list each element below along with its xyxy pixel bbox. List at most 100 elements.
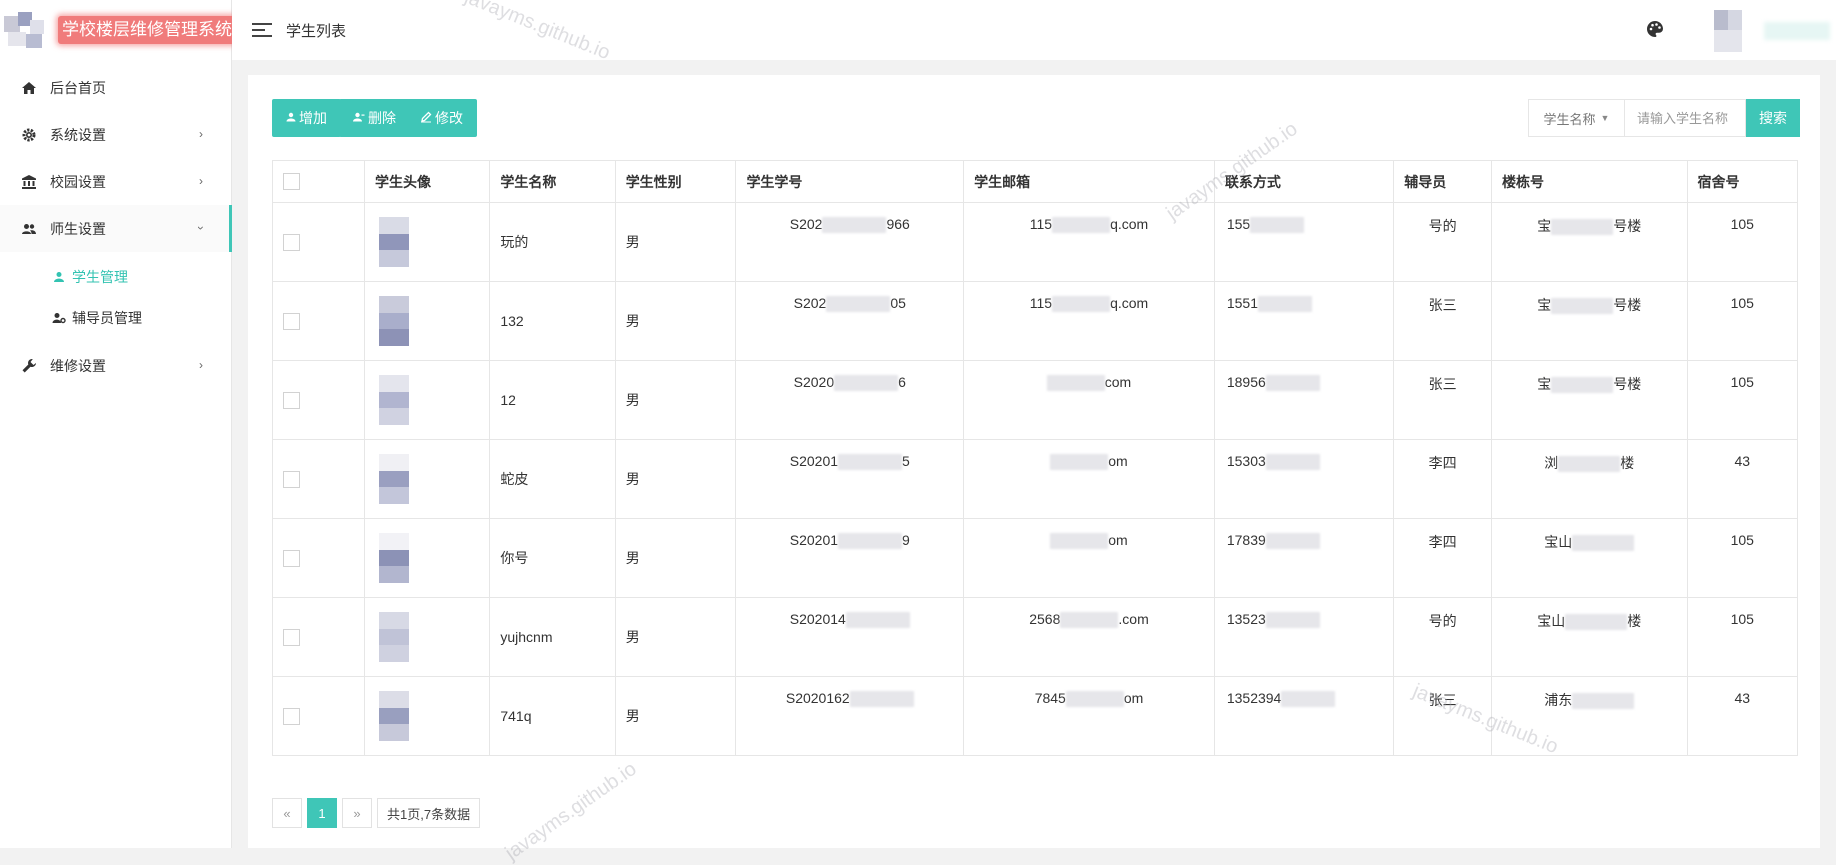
student-email-cell: com [963,360,1215,440]
student-gender-cell: 男 [614,360,737,440]
room-number: 105 [1730,374,1754,390]
student-phone-cell: 155 [1213,202,1395,282]
avatar-cell [363,676,491,756]
redacted-text [1046,375,1105,392]
student-email-cell: om [963,518,1215,598]
search-input[interactable] [1624,99,1746,137]
table-row[interactable]: 你号 男 S20201 9 om 17839 李四 宝山 105 [272,518,1798,598]
sidebar-subitem-counselor-management[interactable]: 辅导员管理 [0,297,231,338]
building-suffix: 楼 [1627,613,1642,629]
table-row[interactable]: yujhcnm 男 S202014 2568 .com 13523 号的 宝山 楼 105 [272,597,1798,677]
row-checkbox[interactable] [283,312,300,330]
building-cell: 宝山 楼 [1491,597,1688,677]
building-suffix: 楼 [1620,455,1635,471]
row-checkbox[interactable] [283,470,300,488]
table-row[interactable]: 741q 男 S2020162 7845 om 1352394 张三 浦东 43 [272,676,1798,756]
table-row[interactable]: 12 男 S2020 6 com 18956 张三 宝 号楼 105 [272,360,1798,440]
student-email-suffix: om [1108,532,1128,548]
building-cell: 宝山 [1491,518,1688,598]
sidebar-subitem-student-management[interactable]: 学生管理 [0,256,231,297]
user-avatar[interactable] [1696,8,1836,54]
bank-icon [20,173,38,191]
prev-page-button[interactable]: « [272,798,302,828]
student-id-prefix: S2020 [793,374,835,390]
counselor-name: 张三 [1428,376,1457,392]
sidebar-item-repair-settings[interactable]: 维修设置 › [0,342,231,389]
sidebar-item-system-settings[interactable]: 系统设置 › [0,111,231,158]
redacted-text [838,533,903,550]
student-gender-cell: 男 [614,597,737,677]
search-field-label: 学生名称 [1543,111,1596,127]
logo-area: 学校楼层维修管理系统 [0,0,236,60]
student-email-prefix: 7845 [1034,690,1066,706]
room-cell: 105 [1686,360,1798,440]
redacted-text [822,217,887,234]
redacted-text [1572,693,1635,710]
room-cell: 105 [1686,281,1798,361]
row-checkbox[interactable] [283,391,300,409]
sidebar-item-home[interactable]: 后台首页 [0,64,231,111]
home-icon [20,79,38,97]
building-prefix: 宝 [1537,297,1552,313]
search-button[interactable]: 搜索 [1746,99,1800,137]
palette-icon[interactable] [1646,20,1664,38]
edit-button[interactable]: 修改 [406,99,477,137]
student-email-prefix: 115 [1029,295,1053,311]
redacted-text [1551,219,1614,236]
building-prefix: 浏 [1544,455,1559,471]
sidebar-item-label: 师生设置 [50,220,106,237]
table-row[interactable]: 蛇皮男 S20201 5 om 15303 李四浏楼 43 [272,439,1798,519]
column-header: 宿舍号 [1686,160,1798,203]
student-gender: 男 [625,392,640,408]
student-phone-prefix: 15303 [1226,453,1266,469]
student-phone-cell: 13523 [1213,597,1395,677]
delete-button[interactable]: 删除 [339,99,410,137]
counselor-cell: 李四 [1393,439,1492,519]
student-email-prefix: 115 [1029,216,1053,232]
student-phone-prefix: 1551 [1226,295,1258,311]
chevron-right-icon: › [199,358,203,372]
row-checkbox[interactable] [283,628,300,646]
row-checkbox[interactable] [283,549,300,567]
redacted-text [838,454,903,471]
student-name: 玩的 [500,234,529,250]
redacted-text [834,375,899,392]
redacted-text [845,612,910,629]
redacted-text [1551,298,1614,315]
student-name: 蛇皮 [500,471,529,487]
student-id-suffix: 966 [886,216,910,232]
student-email-suffix: .com [1118,611,1149,627]
pagination-info: 共1页,7条数据 [377,798,481,828]
select-all-checkbox[interactable] [283,173,300,191]
room-number: 105 [1730,532,1754,548]
student-gender-cell: 男 [614,281,737,361]
app-title: 学校楼层维修管理系统 [58,16,236,44]
column-header: 学生性别 [614,160,737,203]
student-name: yujhcnm [500,629,553,645]
sidebar-item-label: 维修设置 [50,357,106,374]
student-id-suffix: 05 [890,295,906,311]
page-title: 学生列表 [286,22,347,40]
redacted-text [1060,612,1119,629]
edit-icon [420,111,432,126]
redacted-text [1551,377,1614,394]
table-row[interactable]: 132 男 S202 05 115 q.com 1551 张三 宝 号楼 105 [272,281,1798,361]
row-checkbox[interactable] [283,233,300,251]
redacted-text [1050,533,1109,550]
menu-toggle-icon[interactable] [252,23,272,37]
next-page-button[interactable]: » [342,798,372,828]
add-button[interactable]: 增加 [272,99,341,137]
search-field-select[interactable]: 学生名称 ▼ [1528,99,1624,137]
sidebar-item-label: 系统设置 [50,126,106,143]
row-checkbox[interactable] [283,707,300,725]
sidebar-item-campus-settings[interactable]: 校园设置 › [0,158,231,205]
student-gender-cell: 男 [614,439,737,519]
table-row[interactable]: 玩的 男 S202 966 115 q.com 155 号的 宝 号楼 105 [272,202,1798,282]
top-header: 学生列表 [232,0,1836,60]
sidebar-item-teacher-student-settings[interactable]: 师生设置 › [0,205,232,252]
student-email-cell: 2568 .com [963,597,1215,677]
counselor-cell: 号的 [1393,202,1492,282]
student-name-cell: 132 [489,281,616,361]
building-prefix: 浦东 [1544,692,1573,708]
page-1-button[interactable]: 1 [307,798,337,828]
